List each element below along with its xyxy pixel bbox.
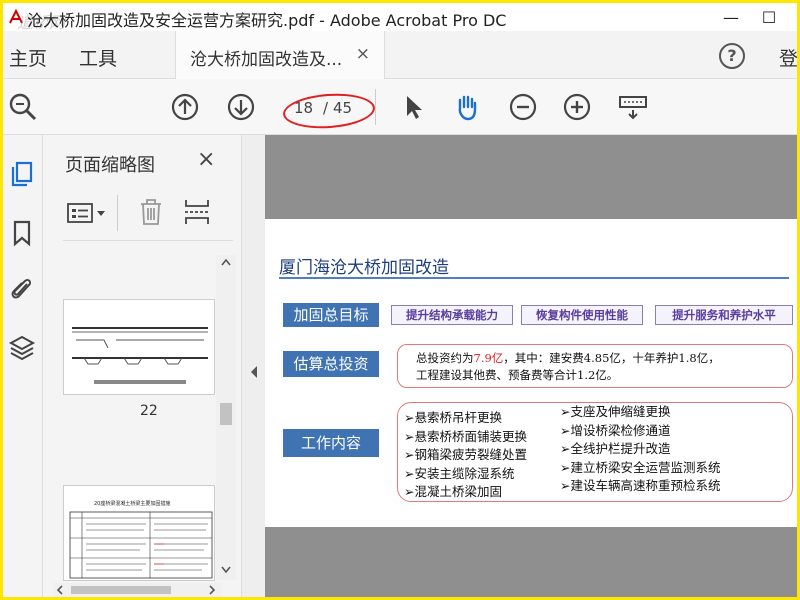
attachment-icon[interactable] (8, 275, 36, 303)
title-bar: 道桥网 沧大桥加固改造及安全运营方案研究.pdf - Adobe Acrobat… (3, 3, 797, 32)
work-content-box: ➢悬索桥吊杆更换 ➢悬索桥桥面铺装更换 ➢钢箱梁疲劳裂缝处置 ➢安装主缆除湿系统… (397, 402, 793, 502)
work-item: ➢全线护栏提升改造 (560, 441, 671, 456)
thumbnails-title: 页面缩略图 (65, 155, 155, 176)
collapse-arrow-icon (251, 366, 257, 378)
page-thumbnail-23[interactable]: 20座桥梁混凝土桥梁主要加固措施 (63, 485, 215, 581)
tools-divider (117, 195, 118, 231)
work-item: ➢悬索桥吊杆更换 (404, 410, 502, 425)
minimize-button[interactable]: — (713, 3, 749, 31)
trash-icon[interactable] (137, 197, 165, 227)
goal-item: 提升结构承载能力 (391, 305, 513, 325)
close-tab-button[interactable]: × (356, 44, 370, 64)
zoom-search-icon[interactable] (7, 91, 39, 123)
login-button[interactable]: 登 (779, 44, 797, 71)
document-tab-label: 沧大桥加固改造及... (190, 50, 343, 70)
navigation-rail (3, 135, 43, 597)
work-item: ➢建立桥梁安全运营监测系统 (560, 459, 721, 475)
thumbnail-tools (63, 189, 233, 241)
page-thumbnail-22[interactable] (63, 299, 215, 395)
work-item: ➢建设车辆高速称重预检系统 (560, 478, 721, 493)
work-list-right: ➢支座及伸缩缝更换 ➢增设桥梁检修通道 ➢全线护栏提升改造 ➢建立桥梁安全运营监… (560, 403, 720, 496)
insert-page-icon[interactable] (183, 197, 211, 227)
thumbnails-panel: 页面缩略图 × 22 20座桥梁混凝土桥梁主要加固措施 (43, 135, 241, 597)
scroll-up-icon[interactable] (220, 257, 232, 267)
work-item: ➢安装主缆除湿系统 (404, 465, 515, 481)
zoom-out-icon[interactable] (507, 91, 539, 123)
hand-tool-icon[interactable] (451, 91, 483, 123)
toolbar-divider (375, 89, 376, 125)
zoom-in-icon[interactable] (561, 91, 593, 123)
scroll-down-icon[interactable] (220, 565, 232, 575)
collapse-panel-handle[interactable] (241, 135, 265, 597)
document-view: 厦门海沧大桥加固改造 加固总目标 提升结构承载能力 恢复构件使用性能 提升服务和… (265, 135, 797, 597)
keyboard-icon[interactable] (617, 91, 649, 123)
thumbnail-table (69, 511, 213, 579)
tab-document[interactable]: 沧大桥加固改造及... × (175, 31, 385, 79)
options-menu-icon[interactable] (67, 201, 107, 227)
horizontal-scroll-thumb[interactable] (71, 586, 171, 594)
thumbnails-vertical-scrollbar[interactable] (216, 255, 236, 580)
tab-bar: 主页 工具 沧大桥加固改造及... × ? 登 (3, 31, 797, 79)
vertical-scroll-thumb[interactable] (220, 403, 232, 425)
investment-label: 估算总投资 (283, 351, 379, 377)
page-thumbnails-icon[interactable] (8, 159, 36, 187)
work-list-left: ➢悬索桥吊杆更换 ➢悬索桥桥面铺装更换 ➢钢箱梁疲劳裂缝处置 ➢安装主缆除湿系统… (404, 409, 527, 502)
close-panel-button[interactable]: × (197, 147, 215, 172)
pdf-page: 厦门海沧大桥加固改造 加固总目标 提升结构承载能力 恢复构件使用性能 提升服务和… (265, 219, 797, 527)
select-cursor-icon[interactable] (397, 91, 429, 123)
thumbnail-drawing (72, 327, 208, 384)
help-icon[interactable]: ? (719, 43, 745, 69)
slide-title: 厦门海沧大桥加固改造 (279, 258, 449, 278)
investment-amount: 7.9亿 (473, 351, 504, 365)
toolbar: 18 / 45 (3, 79, 797, 135)
acrobat-window: 道桥网 沧大桥加固改造及安全运营方案研究.pdf - Adobe Acrobat… (3, 3, 797, 597)
window-title: 沧大桥加固改造及安全运营方案研究.pdf - Adobe Acrobat Pro… (27, 11, 507, 30)
thumbnail-page-number: 22 (140, 403, 158, 419)
investment-line-2: 工程建设其他费、预备费等合计1.2亿。 (416, 368, 619, 382)
next-page-icon[interactable] (225, 91, 257, 123)
tab-tools[interactable]: 工具 (79, 44, 117, 71)
title-underline (279, 277, 789, 279)
goal-item: 恢复构件使用性能 (521, 305, 643, 325)
maximize-button[interactable]: ☐ (751, 3, 787, 31)
thumbnails-horizontal-scrollbar[interactable] (53, 583, 221, 597)
work-content-label: 工作内容 (283, 429, 379, 457)
investment-line-1: 总投资约为7.9亿，其中：建安费4.85亿，十年养护1.8亿， (416, 351, 720, 365)
bookmark-icon[interactable] (8, 219, 36, 247)
work-item: ➢增设桥梁检修通道 (560, 422, 671, 438)
goal-item: 提升服务和养护水平 (655, 305, 793, 325)
investment-box: 总投资约为7.9亿，其中：建安费4.85亿，十年养护1.8亿， 工程建设其他费、… (397, 344, 793, 388)
goal-label: 加固总目标 (283, 303, 379, 327)
red-highlight-ellipse (281, 90, 377, 132)
work-item: ➢悬索桥桥面铺装更换 (404, 428, 527, 444)
work-item: ➢钢箱梁疲劳裂缝处置 (404, 447, 527, 462)
work-item: ➢支座及伸缩缝更换 (560, 404, 671, 419)
previous-page-icon[interactable] (169, 91, 201, 123)
scroll-right-icon[interactable] (207, 585, 217, 595)
scroll-left-icon[interactable] (55, 585, 65, 595)
work-item: ➢混凝土桥梁加固 (404, 484, 502, 499)
tab-home[interactable]: 主页 (9, 44, 47, 71)
layers-icon[interactable] (8, 333, 36, 361)
